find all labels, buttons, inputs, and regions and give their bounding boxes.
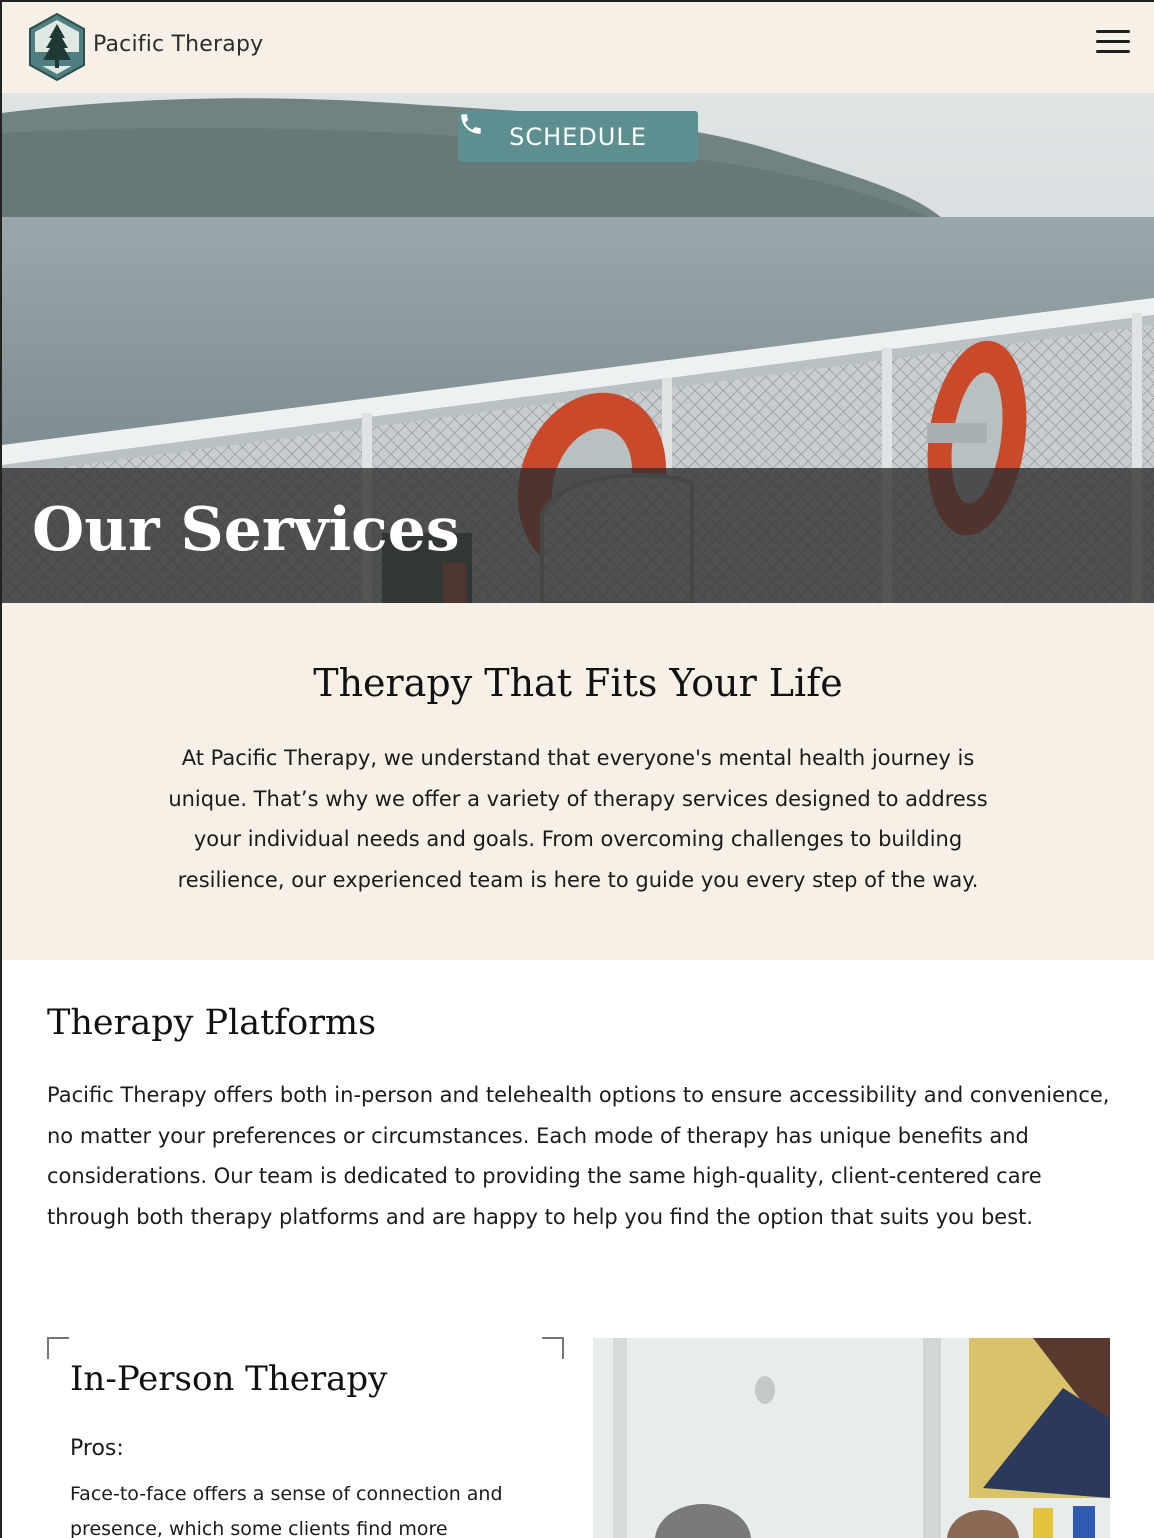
- in-person-heading: In-Person Therapy: [70, 1359, 388, 1399]
- in-person-session-photo: [593, 1338, 1110, 1538]
- intro-section: Therapy That Fits Your Life At Pacific T…: [2, 603, 1154, 960]
- hero-banner: SCHEDULE Our Services: [2, 93, 1154, 603]
- schedule-button[interactable]: SCHEDULE: [458, 111, 698, 162]
- hamburger-menu-icon[interactable]: [1096, 30, 1130, 58]
- platforms-heading: Therapy Platforms: [47, 1003, 377, 1043]
- page-title: Our Services: [32, 495, 460, 565]
- phone-icon: [461, 114, 481, 134]
- platforms-body: Pacific Therapy offers both in-person an…: [47, 1083, 1110, 1229]
- in-person-therapy-card: In-Person Therapy Pros: Face-to-face off…: [47, 1337, 564, 1538]
- pine-tree-logo-icon[interactable]: [27, 12, 87, 82]
- corner-bracket-top-left: [47, 1337, 69, 1359]
- pros-text: Face-to-face offers a sense of connectio…: [70, 1483, 503, 1538]
- intro-body: At Pacific Therapy, we understand that e…: [168, 746, 988, 892]
- pros-label: Pros:: [70, 1436, 124, 1461]
- site-header: Pacific Therapy: [2, 2, 1154, 93]
- brand-name[interactable]: Pacific Therapy: [93, 32, 263, 57]
- intro-heading: Therapy That Fits Your Life: [313, 661, 843, 705]
- corner-bracket-top-right: [542, 1337, 564, 1359]
- schedule-label: SCHEDULE: [509, 122, 647, 151]
